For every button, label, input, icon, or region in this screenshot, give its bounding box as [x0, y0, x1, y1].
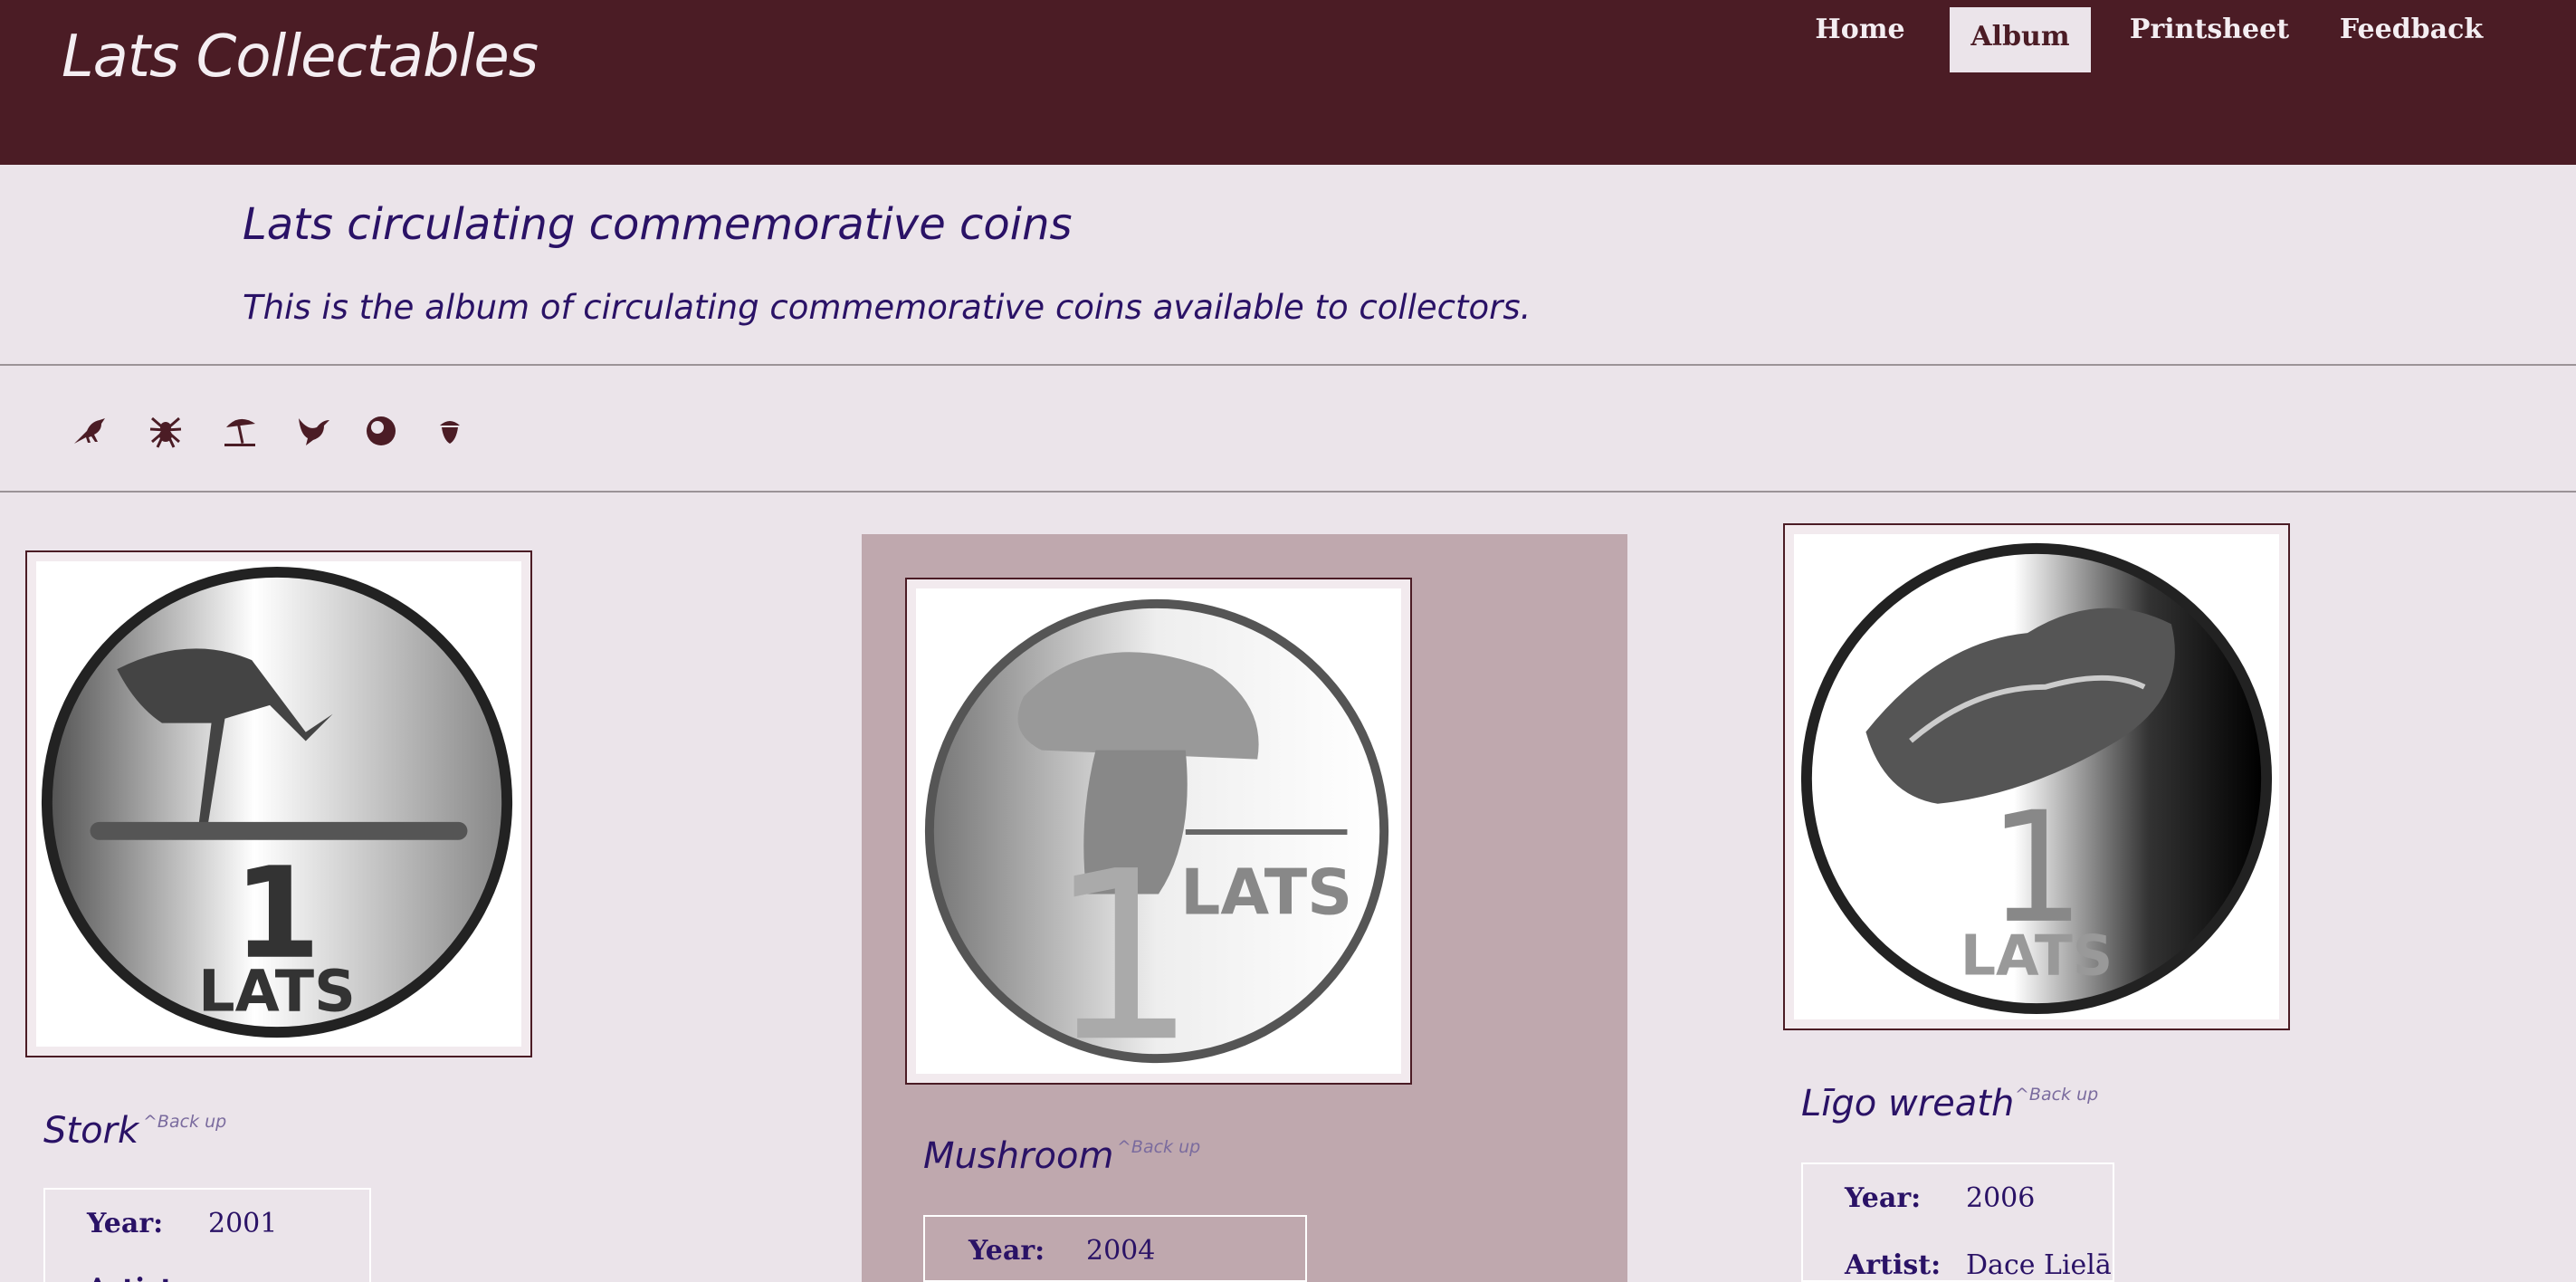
- coin-image-frame[interactable]: 1 LATS: [25, 550, 532, 1057]
- coin-text: LATS: [198, 957, 356, 1024]
- coin-text: LATS: [1961, 923, 2113, 988]
- coin-image-ligo-wreath: 1 LATS: [1794, 534, 2279, 1019]
- back-up-link[interactable]: ^Back up: [2015, 1085, 2098, 1105]
- yin-circle-icon[interactable]: [360, 409, 402, 451]
- year-value: 2004: [1086, 1235, 1156, 1267]
- site-title[interactable]: Lats Collectables: [62, 24, 539, 91]
- year-label: Year:: [87, 1208, 164, 1239]
- year-label: Year:: [968, 1235, 1045, 1267]
- coin-image-frame[interactable]: 1 LATS: [905, 578, 1412, 1085]
- artist-value: Dace Lielā: [1966, 1249, 2112, 1281]
- coin-text: LATS: [1180, 856, 1352, 929]
- coin-name: Mushroom: [923, 1135, 1114, 1177]
- coin-name: Līgo wreath: [1801, 1083, 2015, 1124]
- artist-label: Artist:: [87, 1273, 183, 1282]
- year-value: 2001: [208, 1208, 278, 1239]
- nav-album[interactable]: Album: [1950, 7, 2091, 72]
- nav-printsheet[interactable]: Printsheet: [2122, 0, 2297, 65]
- divider: [0, 364, 2576, 366]
- spider-icon[interactable]: [145, 409, 186, 451]
- back-up-link[interactable]: ^Back up: [143, 1112, 226, 1132]
- artist-label: Artist:: [1845, 1249, 1942, 1281]
- coin-spec-table: Year: 2001 Artist:: [43, 1188, 371, 1282]
- bird-icon[interactable]: [71, 409, 112, 451]
- year-label: Year:: [1845, 1182, 1922, 1214]
- back-up-link[interactable]: ^Back up: [1117, 1137, 1200, 1157]
- divider: [0, 491, 2576, 493]
- coin-spec-table: Year: 2004: [923, 1215, 1307, 1282]
- coin-image-mushroom: 1 LATS: [916, 588, 1401, 1074]
- dove-icon[interactable]: [293, 409, 335, 451]
- coin-image-frame[interactable]: 1 LATS: [1783, 523, 2290, 1030]
- site-header: Lats Collectables Home Album Printsheet …: [0, 0, 2576, 165]
- coin-spec-table: Year: 2006 Artist: Dace Lielā: [1801, 1162, 2114, 1282]
- acorn-icon[interactable]: [429, 409, 471, 451]
- page-title: Lats circulating commemorative coins: [243, 199, 1073, 250]
- nav-feedback[interactable]: Feedback: [2339, 0, 2484, 65]
- nav-home[interactable]: Home: [1801, 0, 1919, 65]
- year-value: 2006: [1966, 1182, 2036, 1214]
- coin-name: Stork: [43, 1110, 139, 1152]
- coin-denomination: 1: [1048, 820, 1197, 1074]
- page-description: This is the album of circulating commemo…: [243, 288, 1531, 327]
- beach-umbrella-icon[interactable]: [219, 409, 261, 451]
- coin-image-stork: 1 LATS: [36, 561, 521, 1047]
